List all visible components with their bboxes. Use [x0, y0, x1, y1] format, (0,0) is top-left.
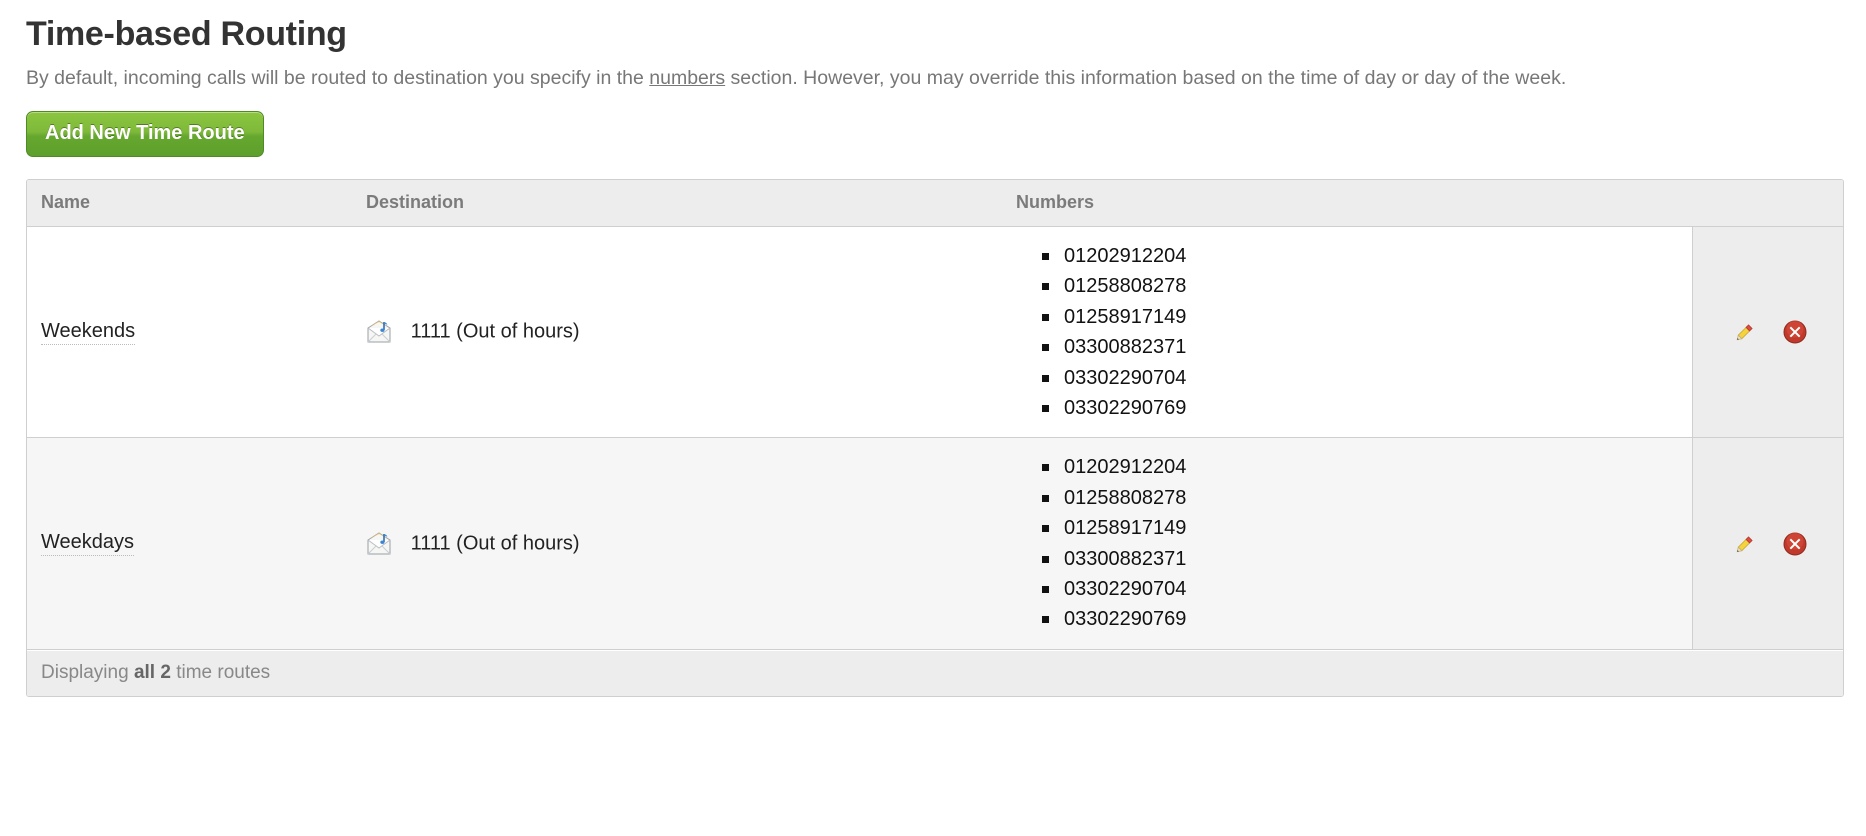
table-row: Weekdays 1111 (Out of hours) 01202912204…: [27, 437, 1843, 650]
list-item: 01258808278: [1042, 483, 1680, 513]
list-item: 01202912204: [1042, 452, 1680, 482]
cell-numbers: 01202912204 01258808278 01258917149 0330…: [1002, 226, 1692, 439]
list-item: 01258808278: [1042, 271, 1680, 301]
delete-circle-icon[interactable]: [1782, 319, 1808, 345]
list-item: 01258917149: [1042, 302, 1680, 332]
time-routes-table: Name Destination Numbers Weekends 1111 (…: [27, 180, 1843, 650]
table-row: Weekends 1111 (Out of hours) 01202912204…: [27, 226, 1843, 439]
list-item: 03300882371: [1042, 544, 1680, 574]
numbers-list: 01202912204 01258808278 01258917149 0330…: [1016, 452, 1680, 634]
footer-count: all 2: [133, 661, 171, 683]
list-item: 03302290769: [1042, 393, 1680, 423]
voicemail-greeting-icon: [366, 531, 392, 556]
pencil-icon[interactable]: [1732, 319, 1758, 345]
list-item: 01202912204: [1042, 241, 1680, 271]
page-description-after: section. However, you may override this …: [725, 66, 1567, 89]
table-header-row: Name Destination Numbers: [27, 180, 1843, 228]
column-header-actions: [1691, 180, 1843, 228]
cell-destination: 1111 (Out of hours): [352, 437, 1002, 650]
cell-actions: [1691, 437, 1843, 650]
list-item: 03300882371: [1042, 332, 1680, 362]
voicemail-greeting-icon: [366, 320, 392, 344]
cell-name: Weekdays: [27, 437, 352, 650]
add-new-time-route-button[interactable]: Add New Time Route: [26, 111, 264, 158]
numbers-link[interactable]: numbers: [649, 67, 725, 89]
cell-numbers: 01202912204 01258808278 01258917149 0330…: [1002, 437, 1692, 650]
cell-name: Weekends: [27, 226, 352, 439]
list-item: 01258917149: [1042, 513, 1680, 543]
list-item: 03302290704: [1042, 363, 1680, 393]
column-header-name[interactable]: Name: [27, 180, 352, 228]
time-based-routing-page: Time-based Routing By default, incoming …: [0, 0, 1866, 697]
table-header: Name Destination Numbers: [27, 180, 1843, 228]
cell-destination: 1111 (Out of hours): [352, 226, 1002, 439]
cell-actions: [1691, 226, 1843, 439]
numbers-list: 01202912204 01258808278 01258917149 0330…: [1016, 241, 1680, 423]
table-footer: Displaying all 2 time routes: [27, 649, 1843, 696]
page-description-before: By default, incoming calls will be route…: [26, 66, 650, 89]
destination-label: 1111 (Out of hours): [410, 320, 580, 343]
footer-prefix: Displaying: [41, 661, 134, 683]
delete-circle-icon[interactable]: [1782, 531, 1808, 557]
table-body: Weekends 1111 (Out of hours) 01202912204…: [27, 226, 1843, 650]
list-item: 03302290769: [1042, 604, 1680, 634]
page-title: Time-based Routing: [26, 15, 347, 53]
route-name-link[interactable]: Weekends: [41, 320, 136, 345]
destination-label: 1111 (Out of hours): [410, 531, 580, 554]
route-name-link[interactable]: Weekdays: [41, 531, 135, 557]
list-item: 03302290704: [1042, 574, 1680, 604]
page-description: By default, incoming calls will be route…: [26, 63, 1836, 93]
pencil-icon[interactable]: [1732, 531, 1758, 557]
column-header-destination[interactable]: Destination: [352, 180, 1002, 228]
time-routes-table-container: Name Destination Numbers Weekends 1111 (…: [26, 179, 1844, 697]
footer-suffix: time routes: [170, 661, 271, 683]
column-header-numbers[interactable]: Numbers: [1002, 180, 1692, 228]
